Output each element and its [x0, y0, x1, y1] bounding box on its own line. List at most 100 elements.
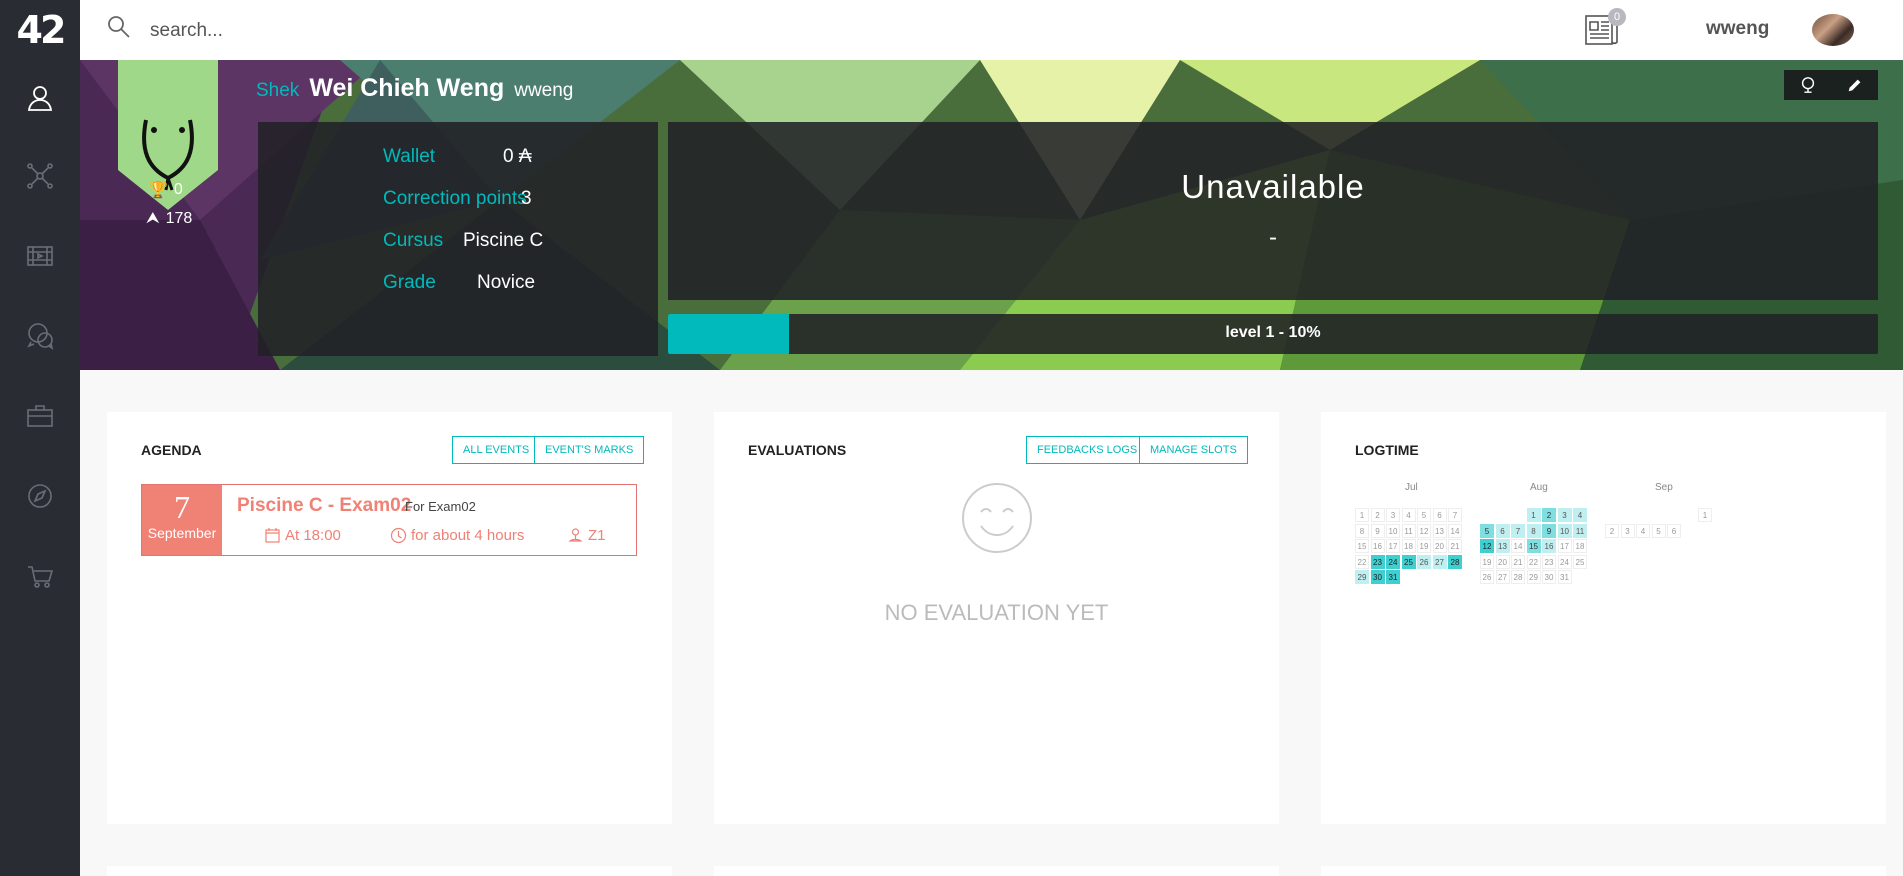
logtime-day[interactable]: 7: [1511, 523, 1525, 538]
logtime-day[interactable]: 1: [1526, 508, 1541, 522]
logtime-day[interactable]: 11: [1573, 523, 1587, 538]
globe-icon[interactable]: [1797, 74, 1819, 96]
edit-pencil-icon[interactable]: [1844, 74, 1866, 96]
logtime-day[interactable]: 29: [1355, 570, 1369, 584]
wallet-value: 0 ₳: [503, 146, 532, 167]
logtime-day[interactable]: 1: [1698, 508, 1712, 522]
logtime-day[interactable]: 7: [1448, 508, 1462, 522]
logtime-day[interactable]: 5: [1417, 508, 1431, 522]
logtime-day[interactable]: 11: [1401, 523, 1416, 538]
logtime-day[interactable]: 28: [1448, 554, 1462, 569]
logtime-day[interactable]: 16: [1370, 539, 1385, 553]
logtime-day[interactable]: 25: [1573, 554, 1587, 569]
logtime-day[interactable]: 5: [1651, 523, 1666, 538]
logtime-day[interactable]: 28: [1511, 570, 1525, 584]
logtime-day[interactable]: 23: [1370, 554, 1385, 569]
logtime-day[interactable]: 13: [1432, 523, 1447, 538]
logtime-day[interactable]: 10: [1557, 523, 1572, 538]
logtime-day[interactable]: 3: [1620, 523, 1635, 538]
event-date: 7 September: [142, 485, 222, 555]
logtime-day[interactable]: 31: [1386, 570, 1400, 584]
logtime-day[interactable]: 12: [1480, 539, 1494, 553]
logtime-day[interactable]: 3: [1386, 508, 1400, 522]
logtime-day[interactable]: 12: [1417, 523, 1431, 538]
user-login-small: wweng: [514, 80, 574, 101]
all-events-button[interactable]: ALL EVENTS: [452, 436, 541, 464]
user-login[interactable]: wweng: [1706, 18, 1769, 40]
logtime-day[interactable]: 30: [1370, 570, 1385, 584]
logtime-day[interactable]: 13: [1495, 539, 1510, 553]
logtime-day[interactable]: 18: [1573, 539, 1587, 553]
event-duration-text: for about 4 hours: [411, 527, 525, 544]
profile-icon[interactable]: [22, 80, 58, 116]
logtime-day[interactable]: 19: [1480, 554, 1494, 569]
logtime-day[interactable]: 8: [1526, 523, 1541, 538]
logtime-day[interactable]: 6: [1495, 523, 1510, 538]
chat-icon[interactable]: [22, 318, 58, 354]
logtime-day[interactable]: 3: [1557, 508, 1572, 522]
event-location-text: Z1: [588, 527, 606, 544]
smiley-icon: [962, 483, 1032, 553]
logtime-day[interactable]: 4: [1573, 508, 1587, 522]
logtime-day[interactable]: 17: [1386, 539, 1400, 553]
logtime-day[interactable]: 9: [1542, 523, 1556, 538]
logtime-day[interactable]: 15: [1355, 539, 1369, 553]
logtime-day[interactable]: 6: [1432, 508, 1447, 522]
calendar-icon: [265, 528, 280, 543]
logtime-day[interactable]: 14: [1448, 523, 1462, 538]
logtime-day[interactable]: 30: [1542, 570, 1556, 584]
logtime-day[interactable]: 16: [1542, 539, 1556, 553]
logtime-day[interactable]: 1: [1355, 508, 1369, 522]
level-progress-bar: level 1 - 10%: [668, 314, 1878, 354]
logtime-day[interactable]: 15: [1526, 539, 1541, 553]
bottom-card-1: [107, 866, 672, 876]
logtime-day[interactable]: 19: [1417, 539, 1431, 553]
logtime-day[interactable]: 9: [1370, 523, 1385, 538]
logtime-day[interactable]: 14: [1511, 539, 1525, 553]
logtime-day[interactable]: 25: [1401, 554, 1416, 569]
avatar[interactable]: [1812, 14, 1854, 46]
agenda-event[interactable]: 7 September Piscine C - Exam02 For Exam0…: [141, 484, 637, 556]
shop-cart-icon[interactable]: [22, 558, 58, 594]
user-info-panel: Wallet 0 ₳ Correction points 3 Cursus Pi…: [258, 122, 658, 356]
logtime-day[interactable]: 20: [1432, 539, 1447, 553]
logtime-day[interactable]: 27: [1495, 570, 1510, 584]
logtime-day[interactable]: 22: [1355, 554, 1369, 569]
score-icon: ⮝: [146, 210, 160, 227]
logtime-day[interactable]: 31: [1557, 570, 1572, 584]
logtime-day[interactable]: 5: [1480, 523, 1494, 538]
logtime-day[interactable]: 8: [1355, 523, 1369, 538]
logtime-day[interactable]: 2: [1542, 508, 1556, 522]
logtime-month-aug: Aug: [1530, 482, 1548, 493]
network-icon[interactable]: [22, 158, 58, 194]
logtime-day[interactable]: 21: [1511, 554, 1525, 569]
logtime-day[interactable]: 23: [1542, 554, 1556, 569]
logtime-day[interactable]: 6: [1667, 523, 1681, 538]
briefcase-icon[interactable]: [22, 398, 58, 434]
events-marks-button[interactable]: EVENT'S MARKS: [534, 436, 645, 464]
search-input[interactable]: [150, 16, 550, 46]
logtime-day[interactable]: 21: [1448, 539, 1462, 553]
logtime-day[interactable]: 2: [1605, 523, 1619, 538]
logtime-day[interactable]: 17: [1557, 539, 1572, 553]
logtime-day[interactable]: 29: [1526, 570, 1541, 584]
video-icon[interactable]: [22, 238, 58, 274]
logo-42[interactable]: 42: [14, 10, 67, 50]
logtime-day[interactable]: 20: [1495, 554, 1510, 569]
event-day: 7: [174, 489, 190, 525]
logtime-day[interactable]: 26: [1417, 554, 1431, 569]
manage-slots-button[interactable]: MANAGE SLOTS: [1139, 436, 1248, 464]
feedbacks-logs-button[interactable]: FEEDBACKS LOGS: [1026, 436, 1149, 464]
info-row-correction-points: Correction points 3: [383, 188, 532, 210]
logtime-day[interactable]: 10: [1386, 523, 1400, 538]
logtime-day[interactable]: 18: [1401, 539, 1416, 553]
logtime-day[interactable]: 24: [1557, 554, 1572, 569]
logtime-day[interactable]: 24: [1386, 554, 1400, 569]
logtime-day[interactable]: 22: [1526, 554, 1541, 569]
logtime-day[interactable]: 2: [1370, 508, 1385, 522]
logtime-day[interactable]: 27: [1432, 554, 1447, 569]
logtime-day[interactable]: 4: [1636, 523, 1650, 538]
logtime-day[interactable]: 26: [1480, 570, 1494, 584]
compass-icon[interactable]: [22, 478, 58, 514]
logtime-day[interactable]: 4: [1401, 508, 1416, 522]
